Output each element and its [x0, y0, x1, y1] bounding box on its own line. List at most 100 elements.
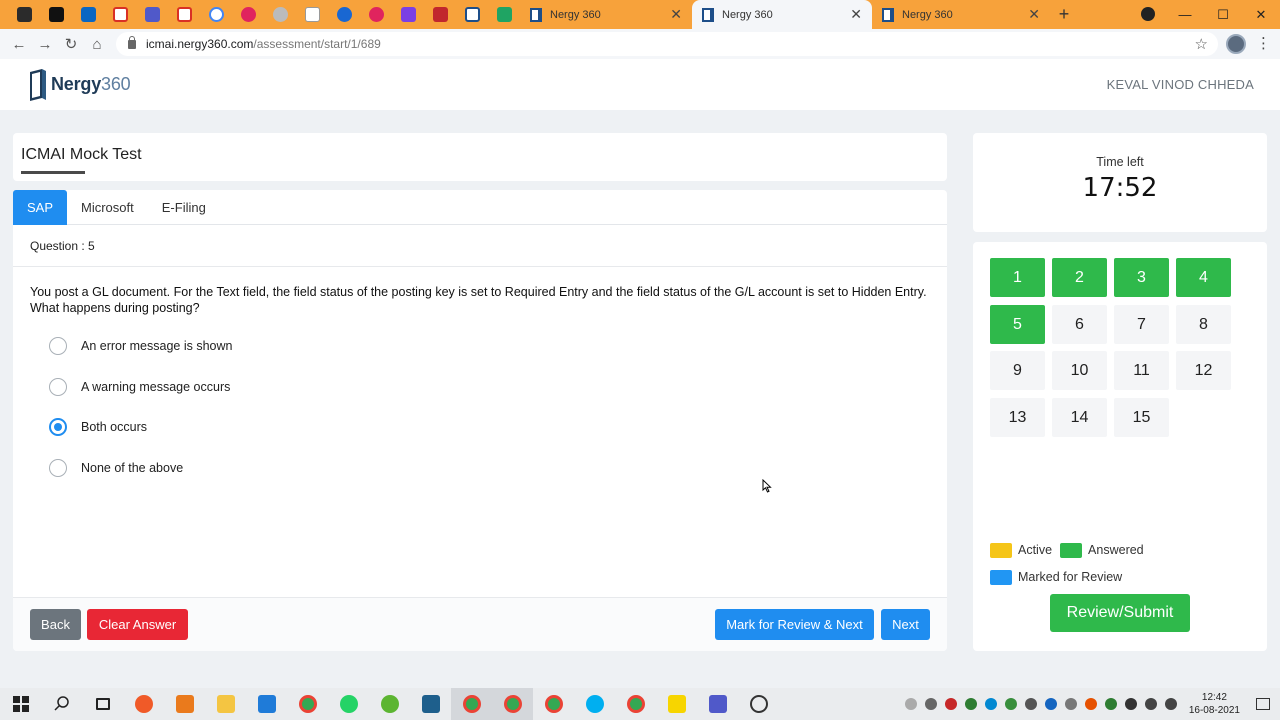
palette-question-9[interactable]: 9: [990, 351, 1045, 390]
tray-icon[interactable]: [964, 698, 977, 710]
browser-tab[interactable]: Nergy 360 ✕: [872, 0, 1050, 29]
system-clock[interactable]: 12:42 16-08-2021: [1189, 691, 1240, 717]
reload-icon[interactable]: ↻: [58, 35, 84, 53]
pinned-tab[interactable]: [296, 1, 328, 29]
forward-arrow-icon[interactable]: →: [32, 36, 58, 53]
review-submit-button[interactable]: Review/Submit: [1050, 594, 1190, 632]
chrome-icon[interactable]: [615, 688, 656, 720]
onedrive-icon[interactable]: [1044, 698, 1057, 710]
windows-start-icon[interactable]: [0, 688, 41, 720]
chrome-icon[interactable]: [451, 688, 492, 720]
whatsapp-icon[interactable]: [328, 688, 369, 720]
maximize-icon[interactable]: ☐: [1204, 7, 1242, 23]
back-arrow-icon[interactable]: ←: [6, 36, 32, 53]
palette-question-5[interactable]: 5: [990, 304, 1045, 344]
tray-icon[interactable]: [984, 698, 997, 710]
browser-tab[interactable]: Nergy 360 ✕: [520, 0, 692, 29]
pinned-tab[interactable]: [424, 1, 456, 29]
new-tab-icon[interactable]: +: [1050, 4, 1078, 25]
radio-button[interactable]: [49, 458, 67, 477]
palette-question-3[interactable]: 3: [1114, 258, 1169, 297]
tab-microsoft[interactable]: Microsoft: [67, 190, 148, 225]
browser-tab-active[interactable]: Nergy 360 ✕: [692, 0, 872, 29]
pinned-tab[interactable]: [168, 1, 200, 29]
weather-icon[interactable]: [904, 698, 917, 710]
pinned-tab[interactable]: [232, 1, 264, 29]
palette-question-8[interactable]: 8: [1176, 304, 1231, 344]
pinned-tab[interactable]: [40, 1, 72, 29]
tab-sap[interactable]: SAP: [13, 190, 68, 225]
option-label[interactable]: None of the above: [81, 461, 183, 475]
sticky-notes-icon[interactable]: [656, 688, 697, 720]
palette-question-14[interactable]: 14: [1052, 397, 1107, 437]
palette-question-13[interactable]: 13: [990, 397, 1045, 437]
next-button[interactable]: Next: [881, 609, 930, 640]
tab-search-icon[interactable]: [1141, 7, 1155, 21]
bookmark-star-icon[interactable]: ☆: [1195, 35, 1208, 53]
radio-button[interactable]: [49, 377, 67, 396]
tab-e-filing[interactable]: E-Filing: [148, 190, 220, 225]
pinned-tab[interactable]: [72, 1, 104, 29]
close-window-icon[interactable]: ✕: [1242, 7, 1280, 23]
app-icon[interactable]: [369, 688, 410, 720]
tray-icon[interactable]: [1084, 698, 1097, 710]
pinned-tab[interactable]: [104, 1, 136, 29]
clear-answer-button[interactable]: Clear Answer: [87, 609, 188, 640]
palette-question-11[interactable]: 11: [1114, 351, 1169, 390]
answer-option-selected[interactable]: Both occurs: [49, 417, 232, 437]
palette-question-4[interactable]: 4: [1176, 258, 1231, 297]
home-icon[interactable]: ⌂: [84, 36, 110, 53]
tray-icon[interactable]: [1004, 698, 1017, 710]
pinned-tab[interactable]: [264, 1, 296, 29]
pinned-tab[interactable]: [8, 1, 40, 29]
app-icon[interactable]: [410, 688, 451, 720]
minimize-icon[interactable]: —: [1166, 7, 1204, 22]
palette-question-1[interactable]: 1: [990, 258, 1045, 297]
radio-button-checked[interactable]: [49, 418, 67, 437]
palette-question-7[interactable]: 7: [1114, 304, 1169, 344]
chrome-icon[interactable]: [533, 688, 574, 720]
close-tab-icon[interactable]: ✕: [850, 6, 862, 23]
task-view-icon[interactable]: [82, 688, 123, 720]
teams-icon[interactable]: [697, 688, 738, 720]
tray-icon[interactable]: [1064, 698, 1077, 710]
pinned-tab[interactable]: [456, 1, 488, 29]
pinned-tab[interactable]: [360, 1, 392, 29]
chrome-icon[interactable]: [287, 688, 328, 720]
option-label[interactable]: Both occurs: [81, 420, 147, 434]
palette-question-2[interactable]: 2: [1052, 258, 1107, 297]
close-tab-icon[interactable]: ✕: [670, 6, 682, 23]
app-icon[interactable]: [738, 688, 779, 720]
palette-question-6[interactable]: 6: [1052, 304, 1107, 344]
wifi-icon[interactable]: [1144, 698, 1157, 710]
palette-question-15[interactable]: 15: [1114, 397, 1169, 437]
mark-for-review-next-button[interactable]: Mark for Review & Next: [715, 609, 874, 640]
more-options-icon[interactable]: ⋮: [1256, 34, 1271, 52]
radio-button[interactable]: [49, 337, 67, 355]
pinned-tab[interactable]: [488, 1, 520, 29]
tray-icon[interactable]: [1024, 698, 1037, 710]
option-label[interactable]: A warning message occurs: [81, 380, 230, 394]
app-icon[interactable]: [123, 688, 164, 720]
option-label[interactable]: An error message is shown: [81, 339, 232, 353]
palette-question-10[interactable]: 10: [1052, 351, 1107, 390]
answer-option[interactable]: None of the above: [49, 458, 232, 478]
profile-avatar[interactable]: [1226, 34, 1246, 54]
search-icon[interactable]: [41, 688, 82, 720]
pinned-tab[interactable]: [392, 1, 424, 29]
address-bar[interactable]: icmai.nergy360.com/assessment/start/1/68…: [116, 32, 1218, 56]
close-tab-icon[interactable]: ✕: [1028, 6, 1040, 23]
user-name[interactable]: KEVAL VINOD CHHEDA: [1107, 77, 1254, 92]
app-icon[interactable]: [164, 688, 205, 720]
nergy360-logo[interactable]: Nergy360: [28, 68, 131, 101]
tray-icon[interactable]: [944, 698, 957, 710]
vscode-icon[interactable]: [246, 688, 287, 720]
tray-icon[interactable]: [924, 698, 937, 710]
answer-option[interactable]: A warning message occurs: [49, 377, 232, 397]
notifications-icon[interactable]: [1256, 698, 1270, 710]
palette-question-12[interactable]: 12: [1176, 351, 1231, 390]
volume-icon[interactable]: [1164, 698, 1177, 710]
pinned-tab[interactable]: [328, 1, 360, 29]
file-explorer-icon[interactable]: [205, 688, 246, 720]
back-button[interactable]: Back: [30, 609, 81, 640]
